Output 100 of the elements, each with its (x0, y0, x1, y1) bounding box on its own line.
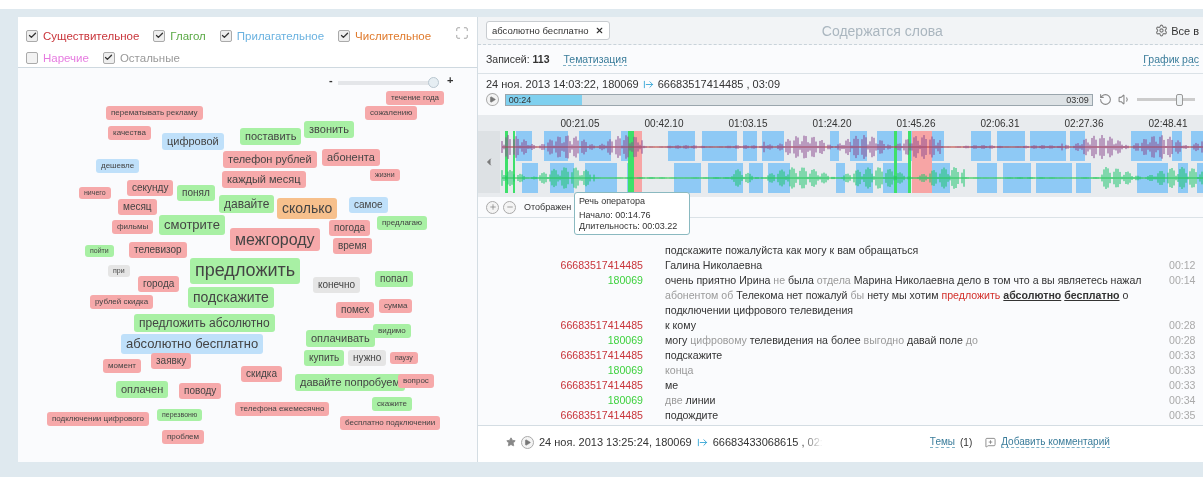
tooltip-start: Начало: 00:14.76 (579, 210, 652, 220)
word-tag[interactable]: подключении цифрового (47, 412, 149, 426)
utterance-time: 00:33 (1169, 348, 1197, 363)
word-tag[interactable]: видимо (373, 324, 411, 338)
word-tag[interactable]: подскажите (188, 287, 274, 308)
word-tag[interactable]: рублей скидка (90, 295, 154, 309)
word-tag[interactable]: секунду (127, 180, 174, 196)
word-tag[interactable]: фильмы (112, 220, 154, 234)
utterance-text: две линии (665, 393, 717, 408)
close-icon[interactable] (594, 26, 604, 35)
word-tag[interactable]: телефон рублей (223, 151, 317, 169)
word-tag[interactable]: смотрите (159, 215, 225, 235)
word-tag[interactable]: города (138, 276, 180, 292)
word-tag[interactable]: нужно (348, 350, 387, 366)
word-tag[interactable]: скидка (241, 366, 282, 382)
word-tag[interactable]: понял (177, 185, 215, 201)
word-tag[interactable]: оплачен (116, 381, 169, 399)
word-tag[interactable]: предложить абсолютно (134, 314, 275, 333)
star-icon[interactable] (506, 437, 516, 447)
utterance-text: могу цифровому телевидения на более выгодно давай поле до (665, 333, 979, 348)
chart-link[interactable]: График рас (1143, 52, 1199, 66)
word-tag[interactable]: время (333, 238, 372, 254)
word-tag[interactable]: самое (349, 197, 388, 213)
word-tag[interactable]: перематывать рекламу (106, 106, 203, 120)
play-button[interactable] (486, 93, 499, 106)
word-tag[interactable]: предлагаю (377, 216, 428, 230)
fullscreen-icon[interactable] (455, 26, 469, 40)
gear-icon (1155, 24, 1169, 37)
utterance-time: 00:14 (1169, 273, 1197, 288)
speaker-id: 66683517414485 (559, 258, 643, 273)
category-checkbox[interactable] (338, 29, 351, 42)
word-tag[interactable]: сожалению (365, 106, 418, 120)
utterance-time: 00:28 (1169, 333, 1197, 348)
word-tag[interactable]: вопрос (398, 374, 434, 388)
utterance-text: к кому (665, 318, 697, 333)
word-tag[interactable]: заявку (151, 353, 192, 369)
play-icon (524, 438, 531, 446)
word-tag[interactable]: проблем (162, 430, 205, 444)
call-direction-icon (696, 436, 708, 448)
word-tag[interactable]: сумма (379, 299, 413, 313)
word-tag[interactable]: оплачивать (306, 330, 375, 348)
word-tag[interactable]: абсолютно бесплатно (121, 334, 264, 354)
word-tag[interactable]: предложить (190, 258, 301, 284)
settings-button[interactable]: Все в (1155, 24, 1199, 37)
word-tag[interactable]: бесплатно подключении (340, 416, 441, 430)
word-tag[interactable]: поводу (179, 383, 222, 399)
word-tag[interactable]: месяц (118, 199, 157, 215)
topics-link[interactable]: Тематизация (563, 52, 627, 66)
utterance-time: 00:33 (1169, 363, 1197, 378)
slider-thumb[interactable] (428, 77, 439, 88)
word-tag[interactable]: абонента (322, 149, 380, 167)
word-tag[interactable]: каждый месяц (222, 171, 306, 189)
category-checkbox[interactable] (219, 29, 232, 42)
replay-icon[interactable] (1098, 93, 1112, 106)
speaker-id: 66683517414485 (559, 348, 643, 363)
word-tag[interactable]: цифровой (162, 133, 224, 151)
word-tag[interactable]: поставить (240, 128, 302, 146)
word-tag[interactable]: попал (375, 271, 413, 287)
zoom-in-button[interactable] (486, 200, 499, 214)
volume-icon[interactable] (1117, 93, 1131, 106)
word-tag[interactable]: момент (103, 359, 141, 373)
word-tag[interactable]: качества (108, 126, 151, 140)
zoom-out-button[interactable] (503, 200, 516, 214)
word-tag[interactable]: давайте (219, 195, 275, 214)
category-checkbox[interactable] (102, 51, 115, 64)
time-tick: 01:03.15 (728, 118, 768, 129)
word-tag[interactable]: дешевле (96, 159, 140, 173)
word-tag[interactable]: помех (336, 302, 375, 318)
play-button[interactable] (521, 435, 534, 449)
time-tick: 00:21.05 (560, 118, 600, 129)
comment-icon[interactable] (985, 436, 997, 448)
utterance-text: конца (665, 363, 695, 378)
zoom-out-label: - (329, 74, 333, 86)
word-tag[interactable]: скажите (372, 397, 412, 411)
word-tag[interactable]: погода (329, 220, 371, 236)
category-checkbox[interactable] (26, 29, 38, 42)
category-checkbox[interactable] (26, 51, 38, 64)
category-checkbox[interactable] (153, 29, 166, 42)
progress-bar[interactable]: 00:24 03:09 (504, 93, 1093, 106)
category-label: Числительное (355, 29, 432, 42)
word-tag[interactable]: конечно (313, 277, 361, 293)
word-tag[interactable]: межгороду (230, 228, 320, 252)
utterance-time: 00:35 (1169, 408, 1197, 423)
word-tag[interactable]: течение года (386, 91, 445, 105)
utterance-text: подскажите пожалуйста как могу к вам обращаться (665, 243, 920, 258)
category-label: Наречие (43, 51, 89, 64)
word-tag[interactable]: купить (304, 350, 345, 366)
utterance-time: 00:34 (1169, 393, 1197, 408)
speaker-id: 180069 (606, 333, 643, 348)
filter-chip[interactable]: абсолютно бесплатно (486, 21, 610, 40)
topics-count: (1) (960, 436, 973, 448)
category-label: Глагол (170, 29, 206, 42)
call-direction-icon (642, 78, 654, 90)
word-tag[interactable]: звонить (304, 121, 354, 139)
add-comment-link[interactable]: Добавить комментарий (1001, 436, 1110, 448)
word-tag[interactable]: телефона ежемесячно (235, 402, 330, 416)
volume-thumb[interactable] (1176, 93, 1184, 106)
word-tag[interactable]: телевизор (129, 242, 187, 258)
word-tag[interactable]: сколько (277, 198, 338, 219)
topics-link[interactable]: Темы (929, 436, 955, 448)
